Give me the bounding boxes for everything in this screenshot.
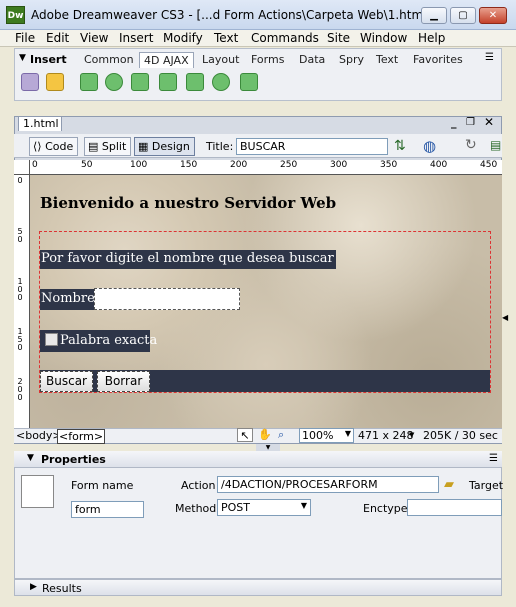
code-icon: ⟨⟩ — [33, 140, 42, 153]
menu-insert[interactable]: Insert — [119, 31, 153, 45]
menu-modify[interactable]: Modify — [163, 31, 203, 45]
doc-restore-icon[interactable]: ❐ — [466, 117, 475, 128]
exact-word-label: Palabra exacta — [60, 333, 158, 348]
window-size-chevron-icon[interactable]: ▼ — [409, 431, 414, 439]
panel-options-icon[interactable]: ☰ — [485, 52, 494, 63]
target-label: Target — [469, 479, 504, 492]
preview-globe-icon[interactable]: ◍ — [423, 137, 436, 155]
expand-panel-icon[interactable]: ◀ — [502, 313, 508, 322]
enctype-label: Enctype — [363, 502, 408, 515]
action-label: Action — [181, 479, 216, 492]
tab-text[interactable]: Text — [376, 53, 398, 66]
menu-edit[interactable]: Edit — [46, 31, 69, 45]
title-label: Title: — [206, 140, 234, 153]
search-prompt-text: Por favor digite el nombre que desea bus… — [40, 250, 336, 269]
action-input[interactable]: /4DACTION/PROCESARFORM — [217, 476, 439, 493]
tab-favorites[interactable]: Favorites — [413, 53, 463, 66]
ajax-list-icon[interactable] — [131, 73, 149, 91]
properties-header[interactable]: ▼ Properties ☰ — [14, 451, 502, 468]
menu-file[interactable]: File — [15, 31, 35, 45]
collapse-triangle-icon: ▼ — [27, 453, 34, 463]
download-size: 205K / 30 sec — [423, 429, 498, 442]
refresh-icon[interactable]: ↻ — [465, 137, 477, 153]
horizontal-ruler: 0 50 100 150 200 250 300 350 400 450 — [30, 160, 502, 175]
maximize-button[interactable]: ▢ — [450, 7, 476, 24]
panel-grip-icon[interactable]: ▼ — [256, 444, 280, 451]
chevron-down-icon: ▼ — [300, 501, 307, 510]
enctype-select[interactable] — [407, 499, 502, 516]
ajax-object-icon[interactable] — [21, 73, 39, 91]
ajax-user-icon[interactable] — [46, 73, 64, 91]
zoom-tool-icon[interactable]: ⌕ — [278, 428, 284, 442]
menu-commands[interactable]: Commands — [251, 31, 319, 45]
method-label: Method — [175, 502, 217, 515]
view-options-icon[interactable]: ▤ — [490, 138, 501, 152]
ajax-panel-icon[interactable] — [186, 73, 204, 91]
hand-tool-icon[interactable]: ✋ — [258, 428, 272, 441]
split-view-button[interactable]: ▤ Split — [84, 137, 132, 156]
borrar-button[interactable]: Borrar — [97, 371, 150, 392]
tab-layout[interactable]: Layout — [202, 53, 239, 66]
menu-window[interactable]: Window — [360, 31, 407, 45]
doc-close-icon[interactable]: ✕ — [484, 115, 494, 129]
window-title: Adobe Dreamweaver CS3 - [...d Form Actio… — [31, 8, 432, 22]
tab-forms[interactable]: Forms — [251, 53, 284, 66]
select-tool-icon[interactable]: ↖ — [237, 428, 253, 442]
nombre-input[interactable] — [94, 288, 240, 310]
insert-panel-label: Insert — [30, 53, 67, 66]
menu-site[interactable]: Site — [327, 31, 350, 45]
exact-word-checkbox[interactable] — [45, 333, 58, 346]
chevron-down-icon: ▼ — [344, 429, 351, 438]
tab-4d-ajax[interactable]: 4D AJAX — [139, 52, 194, 68]
minimize-button[interactable]: ▁ — [421, 7, 447, 24]
close-icon: ✕ — [488, 10, 498, 21]
tag-selector-form[interactable]: <form> — [57, 429, 106, 444]
menu-help[interactable]: Help — [418, 31, 445, 45]
form-name-label: Form name — [71, 479, 134, 492]
window-size[interactable]: 471 x 248 — [358, 429, 414, 442]
ruler-corner — [14, 160, 30, 175]
nombre-label: Nombre — [40, 289, 97, 310]
zoom-select[interactable]: 100% ▼ — [299, 428, 354, 443]
ajax-window-icon[interactable] — [80, 73, 98, 91]
vertical-ruler: 0 5 0 1 0 0 1 5 0 2 0 0 — [14, 175, 30, 428]
menu-bar: File Edit View Insert Modify Text Comman… — [0, 30, 516, 47]
dreamweaver-app-icon: Dw — [6, 6, 25, 24]
tab-data[interactable]: Data — [299, 53, 325, 66]
method-select[interactable]: POST ▼ — [217, 499, 311, 516]
ajax-dial-icon[interactable] — [212, 73, 230, 91]
folder-icon[interactable]: ▰ — [444, 477, 454, 492]
tab-common[interactable]: Common — [84, 53, 134, 66]
form-name-input[interactable]: form — [71, 501, 144, 518]
buscar-button[interactable]: Buscar — [40, 371, 93, 392]
close-button[interactable]: ✕ — [479, 7, 507, 24]
design-view-button[interactable]: ▦ Design — [134, 137, 195, 156]
file-management-icon[interactable]: ⇅ — [394, 138, 406, 154]
results-panel-header[interactable]: ▶ Results — [14, 579, 502, 596]
expand-triangle-icon: ▶ — [30, 582, 37, 592]
maximize-icon: ▢ — [458, 10, 468, 21]
page-heading: Bienvenido a nuestro Servidor Web — [40, 194, 337, 212]
panel-options-icon[interactable]: ☰ — [489, 453, 498, 464]
tag-selector-body[interactable]: <body> — [16, 429, 62, 442]
tab-spry[interactable]: Spry — [339, 53, 364, 66]
ajax-chart-icon[interactable] — [240, 73, 258, 91]
collapse-triangle-icon[interactable]: ▼ — [19, 53, 26, 63]
split-icon: ▤ — [88, 140, 99, 153]
design-icon: ▦ — [138, 140, 149, 153]
ajax-grid-icon[interactable] — [159, 73, 177, 91]
document-tab[interactable]: 1.html — [18, 116, 62, 131]
form-element-icon — [21, 475, 54, 508]
menu-text[interactable]: Text — [214, 31, 238, 45]
page-title-input[interactable]: BUSCAR — [236, 138, 388, 155]
doc-minimize-icon[interactable]: _ — [451, 116, 457, 129]
ajax-clock-icon[interactable] — [105, 73, 123, 91]
menu-view[interactable]: View — [80, 31, 108, 45]
minimize-icon: ▁ — [430, 10, 438, 21]
code-view-button[interactable]: ⟨⟩ Code — [29, 137, 79, 156]
